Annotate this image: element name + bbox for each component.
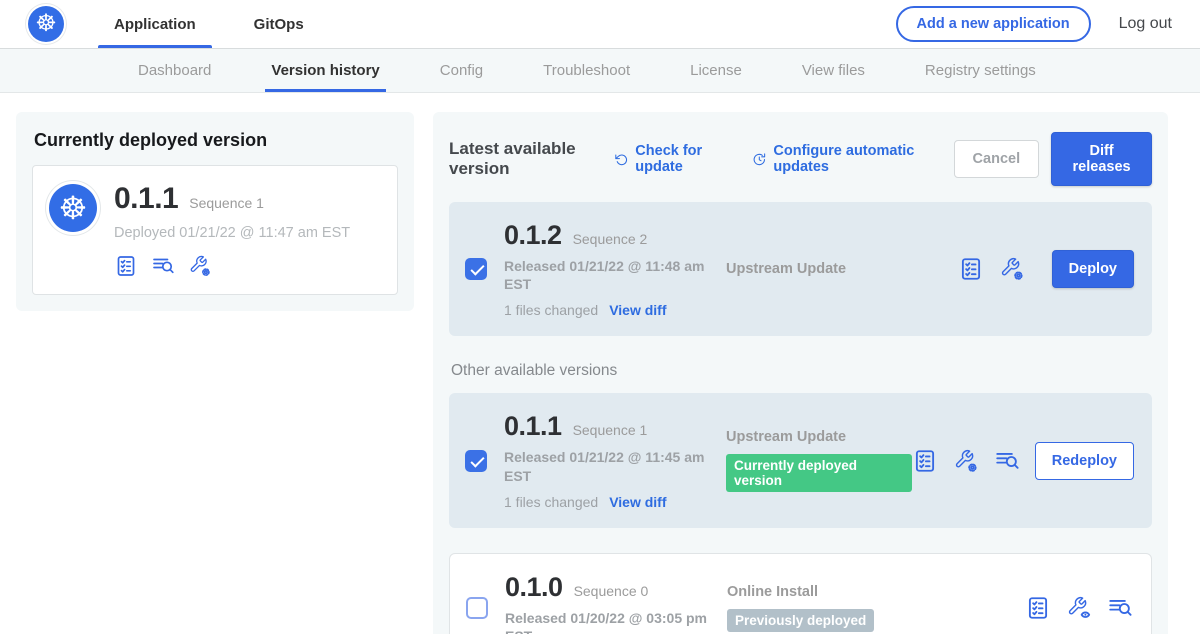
currently-deployed-panel: Currently deployed version ☸ 0.1.1 Seque…: [16, 112, 414, 311]
tab-application-label: Application: [114, 16, 196, 33]
subtab-license[interactable]: License: [660, 49, 772, 92]
version-actions: Redeploy: [912, 442, 1136, 480]
subtab-version-history[interactable]: Version history: [241, 49, 409, 92]
version-source-label: Upstream Update: [726, 261, 958, 277]
deployed-version-info: 0.1.1 Sequence 1 Deployed 01/21/22 @ 11:…: [114, 182, 350, 278]
version-checkbox[interactable]: [465, 258, 487, 280]
deploy-logs-icon[interactable]: [1107, 595, 1133, 621]
version-info: 0.1.2 Sequence 2 Released 01/21/22 @ 11:…: [504, 220, 716, 318]
refresh-icon: [614, 150, 629, 169]
files-changed-label: 1 files changed: [504, 302, 598, 318]
tab-gitops[interactable]: GitOps: [238, 0, 320, 48]
tab-application[interactable]: Application: [98, 0, 212, 48]
app-sub-nav: Dashboard Version history Config Trouble…: [0, 49, 1200, 93]
version-status: Upstream Update Currently deployed versi…: [716, 429, 912, 492]
deployed-version-card: ☸ 0.1.1 Sequence 1 Deployed 01/21/22 @ 1…: [32, 165, 398, 295]
check-for-update-label: Check for update: [635, 143, 726, 175]
tab-gitops-label: GitOps: [254, 16, 304, 33]
auto-update-clock-icon: [752, 150, 767, 169]
version-number: 0.1.0: [505, 572, 563, 603]
version-row-0-1-2: 0.1.2 Sequence 2 Released 01/21/22 @ 11:…: [449, 202, 1152, 336]
redeploy-button[interactable]: Redeploy: [1035, 442, 1134, 480]
preflight-checklist-icon[interactable]: [912, 448, 938, 474]
subtab-dashboard[interactable]: Dashboard: [108, 49, 241, 92]
sequence-label: Sequence 0: [574, 583, 649, 599]
logout-link[interactable]: Log out: [1119, 15, 1172, 33]
version-actions: [1025, 595, 1135, 621]
preflight-checklist-icon[interactable]: [958, 256, 984, 282]
sequence-label: Sequence 2: [573, 231, 648, 247]
version-source-label: Online Install: [727, 584, 1025, 600]
version-actions: Deploy: [958, 250, 1136, 288]
subtab-troubleshoot-label: Troubleshoot: [543, 62, 630, 79]
sequence-label: Sequence 1: [573, 422, 648, 438]
version-source-label: Upstream Update: [726, 429, 912, 445]
check-for-update-link[interactable]: Check for update: [614, 143, 726, 175]
subtab-config-label: Config: [440, 62, 483, 79]
edit-config-icon[interactable]: [999, 256, 1025, 282]
deploy-logs-icon[interactable]: [151, 254, 175, 278]
view-config-icon[interactable]: [1066, 595, 1092, 621]
add-application-button[interactable]: Add a new application: [896, 6, 1091, 42]
deployed-sequence-label: Sequence 1: [189, 195, 264, 211]
version-row-0-1-1: 0.1.1 Sequence 1 Released 01/21/22 @ 11:…: [449, 393, 1152, 527]
version-number: 0.1.2: [504, 220, 562, 251]
configure-auto-updates-link[interactable]: Configure automatic updates: [752, 143, 928, 175]
files-changed-label: 1 files changed: [504, 494, 598, 510]
preflight-checklist-icon[interactable]: [114, 254, 138, 278]
released-timestamp: Released 01/21/22 @ 11:45 am EST: [504, 448, 716, 484]
version-checkbox[interactable]: [465, 450, 487, 472]
released-timestamp: Released 01/20/22 @ 03:05 pm EST: [505, 609, 717, 634]
view-diff-link[interactable]: View diff: [609, 302, 666, 318]
main-content: Currently deployed version ☸ 0.1.1 Seque…: [0, 93, 1200, 634]
other-versions-title: Other available versions: [451, 362, 1150, 380]
kubernetes-logo-icon: ☸: [28, 6, 64, 42]
available-panel-title: Latest available version: [449, 139, 598, 179]
deploy-button[interactable]: Deploy: [1052, 250, 1134, 288]
preflight-checklist-icon[interactable]: [1025, 595, 1051, 621]
configure-auto-updates-label: Configure automatic updates: [773, 143, 927, 175]
deploy-logs-icon[interactable]: [994, 448, 1020, 474]
top-tabs: Application GitOps: [98, 0, 346, 48]
version-info: 0.1.1 Sequence 1 Released 01/21/22 @ 11:…: [504, 411, 716, 509]
version-row-0-1-0: 0.1.0 Sequence 0 Released 01/20/22 @ 03:…: [449, 553, 1152, 634]
view-diff-link[interactable]: View diff: [609, 494, 666, 510]
version-status: Upstream Update: [716, 261, 958, 277]
top-nav-right: Add a new application Log out: [896, 0, 1200, 48]
cancel-button[interactable]: Cancel: [954, 140, 1040, 178]
subtab-license-label: License: [690, 62, 742, 79]
subtab-registry-settings-label: Registry settings: [925, 62, 1036, 79]
subtab-view-files[interactable]: View files: [772, 49, 895, 92]
subtab-registry-settings[interactable]: Registry settings: [895, 49, 1066, 92]
available-versions-panel: Latest available version Check for updat…: [433, 112, 1168, 634]
version-status: Online Install Previously deployed: [717, 584, 1025, 632]
previously-deployed-badge: Previously deployed: [727, 609, 874, 632]
currently-deployed-badge: Currently deployed version: [726, 454, 912, 492]
diff-releases-button[interactable]: Diff releases: [1051, 132, 1152, 186]
subtab-version-history-label: Version history: [271, 62, 379, 79]
released-timestamp: Released 01/21/22 @ 11:48 am EST: [504, 257, 716, 293]
version-number: 0.1.1: [504, 411, 562, 442]
subtab-troubleshoot[interactable]: Troubleshoot: [513, 49, 660, 92]
subtab-view-files-label: View files: [802, 62, 865, 79]
version-info: 0.1.0 Sequence 0 Released 01/20/22 @ 03:…: [505, 572, 717, 634]
app-logo: ☸: [28, 0, 64, 48]
subtab-config[interactable]: Config: [410, 49, 513, 92]
deployed-version-number: 0.1.1: [114, 182, 178, 216]
edit-config-icon[interactable]: [188, 254, 212, 278]
available-panel-header: Latest available version Check for updat…: [449, 132, 1152, 186]
top-nav: ☸ Application GitOps Add a new applicati…: [0, 0, 1200, 49]
deployed-timestamp: Deployed 01/21/22 @ 11:47 am EST: [114, 225, 350, 241]
version-checkbox[interactable]: [466, 597, 488, 619]
subtab-dashboard-label: Dashboard: [138, 62, 211, 79]
deployed-panel-title: Currently deployed version: [34, 130, 396, 151]
kubernetes-app-icon: ☸: [49, 184, 97, 232]
edit-config-icon[interactable]: [953, 448, 979, 474]
